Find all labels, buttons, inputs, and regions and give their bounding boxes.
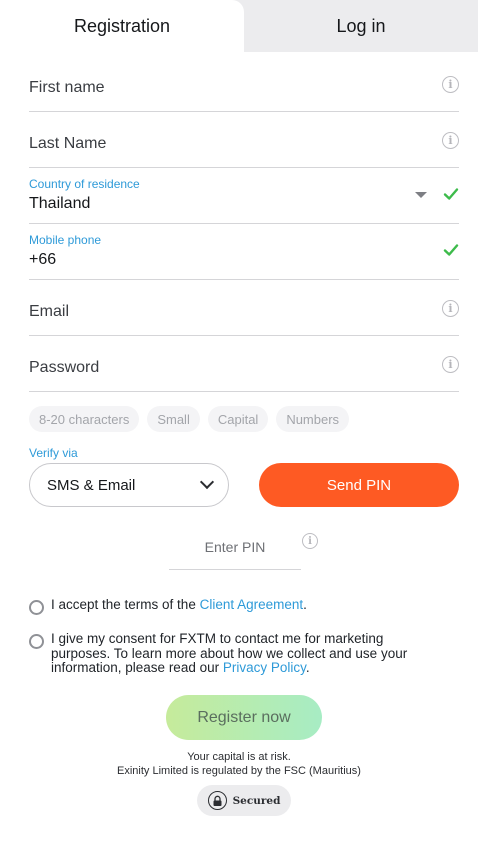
rule-chip-length: 8-20 characters <box>29 406 140 432</box>
first-name-placeholder: First name <box>29 79 105 96</box>
email-field[interactable]: Email i <box>29 280 459 336</box>
chevron-down-icon <box>199 474 215 490</box>
country-select[interactable]: Country of residence Thailand <box>29 168 459 224</box>
password-field[interactable]: Password i <box>29 336 459 392</box>
marketing-consent-text: I give my consent for FXTM to contact me… <box>51 631 446 676</box>
marketing-radio[interactable] <box>29 634 44 649</box>
country-value: Thailand <box>29 195 91 212</box>
privacy-policy-link[interactable]: Privacy Policy <box>223 660 306 675</box>
lock-icon <box>207 791 227 810</box>
mobile-phone-label: Mobile phone <box>29 233 102 247</box>
rule-chip-numbers: Numbers <box>276 406 350 432</box>
send-pin-button[interactable]: Send PIN <box>259 463 459 507</box>
info-icon[interactable]: i <box>442 76 459 93</box>
secured-label: Secured <box>232 794 281 807</box>
tab-registration[interactable]: Registration <box>0 0 244 52</box>
mobile-phone-field[interactable]: Mobile phone +66 <box>29 224 459 280</box>
email-placeholder: Email <box>29 303 70 320</box>
register-button[interactable]: Register now <box>166 695 322 740</box>
first-name-field[interactable]: First name i <box>29 56 459 112</box>
terms-text: I accept the terms of the <box>51 597 200 612</box>
pin-input[interactable]: Enter PIN <box>169 525 301 570</box>
info-icon[interactable]: i <box>442 132 459 149</box>
secured-badge: Secured <box>197 785 291 816</box>
verify-via-label: Verify via <box>29 446 78 460</box>
tab-login[interactable]: Log in <box>244 0 478 52</box>
check-icon <box>443 244 459 256</box>
password-rules: 8-20 characters Small Capital Numbers <box>29 406 350 432</box>
pin-placeholder: Enter PIN <box>204 539 266 555</box>
info-icon[interactable]: i <box>442 300 459 317</box>
verify-method-value: SMS & Email <box>47 476 136 494</box>
last-name-placeholder: Last Name <box>29 135 107 152</box>
info-icon[interactable]: i <box>442 356 459 373</box>
last-name-field[interactable]: Last Name i <box>29 112 459 168</box>
info-icon[interactable]: i <box>302 533 318 549</box>
marketing-suffix: . <box>305 660 310 675</box>
rule-chip-small: Small <box>147 406 200 432</box>
regulation-note: Exinity Limited is regulated by the FSC … <box>117 765 361 777</box>
terms-radio[interactable] <box>29 600 44 615</box>
verify-method-select[interactable]: SMS & Email <box>29 463 229 507</box>
risk-warning: Your capital is at risk. <box>187 751 291 763</box>
terms-consent-text: I accept the terms of the Client Agreeme… <box>51 597 446 613</box>
terms-suffix: . <box>303 597 307 612</box>
country-label: Country of residence <box>29 177 140 191</box>
check-icon <box>443 188 459 200</box>
mobile-phone-value: +66 <box>29 251 57 268</box>
caret-down-icon[interactable] <box>415 192 427 198</box>
rule-chip-capital: Capital <box>207 406 269 432</box>
password-placeholder: Password <box>29 359 100 376</box>
client-agreement-link[interactable]: Client Agreement <box>200 597 304 612</box>
tab-bar: Registration Log in <box>0 0 478 52</box>
